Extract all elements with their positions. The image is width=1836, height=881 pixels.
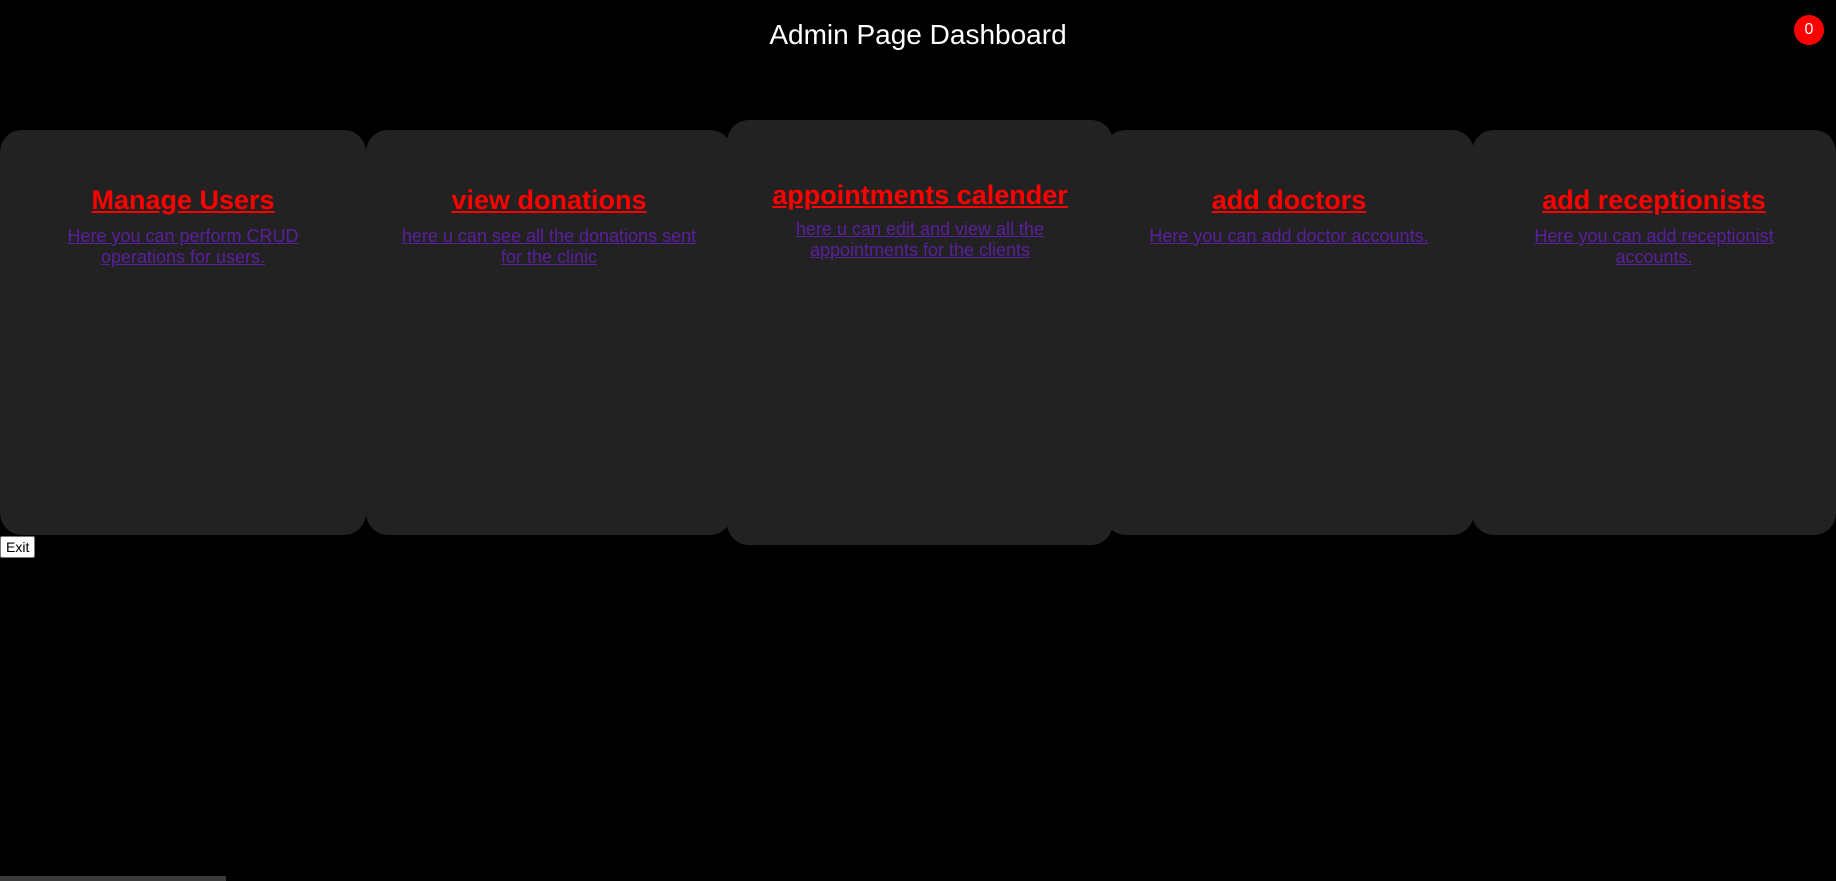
add-doctors-link[interactable]: add doctors — [1104, 184, 1474, 216]
add-receptionists-link[interactable]: add receptionists — [1472, 184, 1836, 216]
manage-users-description-link[interactable]: Here you can perform CRUD operations for… — [33, 226, 333, 268]
horizontal-scrollbar[interactable] — [0, 876, 226, 881]
admin-dashboard-page: Admin Page Dashboard 0 Manage Users Here… — [0, 0, 1836, 881]
add-doctors-description-link[interactable]: Here you can add doctor accounts. — [1139, 226, 1439, 247]
exit-button[interactable]: Exit — [0, 536, 36, 558]
appointments-calendar-description-link[interactable]: here u can edit and view all the appoint… — [780, 219, 1060, 261]
card-add-doctors: add doctors Here you can add doctor acco… — [1104, 130, 1474, 535]
view-donations-link[interactable]: view donations — [366, 184, 732, 216]
view-donations-description-link[interactable]: here u can see all the donations sent fo… — [399, 226, 699, 268]
appointments-calendar-link[interactable]: appointments calender — [727, 179, 1113, 211]
card-manage-users: Manage Users Here you can perform CRUD o… — [0, 130, 366, 535]
card-add-receptionists: add receptionists Here you can add recep… — [1472, 130, 1836, 535]
add-receptionists-description-link[interactable]: Here you can add receptionist accounts. — [1504, 226, 1804, 268]
card-appointments-calendar: appointments calender here u can edit an… — [727, 120, 1113, 545]
dashboard-cards: Manage Users Here you can perform CRUD o… — [0, 0, 1836, 560]
manage-users-link[interactable]: Manage Users — [0, 184, 366, 216]
card-view-donations: view donations here u can see all the do… — [366, 130, 732, 535]
